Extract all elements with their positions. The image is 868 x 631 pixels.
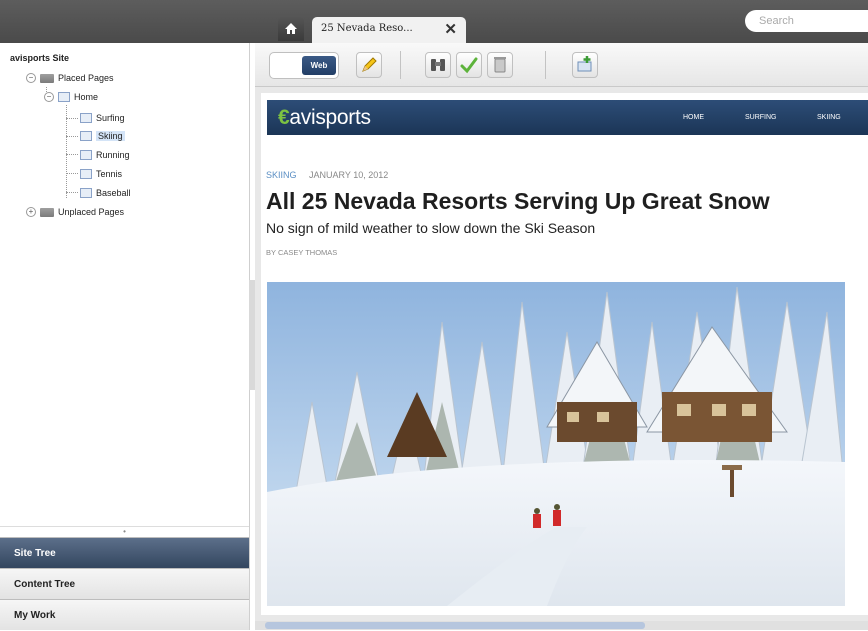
search-input[interactable] [745, 10, 868, 32]
edit-pencil-icon [362, 57, 377, 72]
site-logo[interactable]: €avisports [278, 106, 371, 130]
logo-text: avisports [289, 106, 371, 129]
approve-check-icon [460, 57, 478, 74]
article-headline: All 25 Nevada Resorts Serving Up Great S… [266, 188, 770, 214]
accordion-site-tree[interactable]: Site Tree [0, 537, 249, 568]
tab-label: 25 Nevada Reso... [321, 23, 413, 34]
collapse-icon[interactable]: − [44, 92, 54, 102]
article-byline: BY CASEY THOMAS [266, 248, 338, 257]
folder-icon [40, 73, 54, 83]
toolbar-separator [400, 51, 401, 79]
toolbar-separator [545, 51, 546, 79]
toggle-label: Web [302, 56, 336, 75]
edit-button[interactable] [356, 52, 382, 78]
preview-button[interactable] [425, 52, 451, 78]
article-date: JANUARY 10, 2012 [309, 170, 389, 180]
tree-connector [66, 192, 78, 193]
collapse-icon[interactable]: − [26, 73, 36, 83]
article-photo [267, 282, 845, 606]
accordion-my-work[interactable]: My Work [0, 599, 249, 630]
tree-node-home[interactable]: − Home [44, 90, 98, 104]
home-button[interactable] [278, 17, 304, 41]
tree-connector [66, 136, 78, 137]
tree-node-tennis[interactable]: Tennis [80, 167, 122, 181]
preview-pane: €avisports HOME SURFING SKIING SKIING JA… [255, 87, 868, 630]
folder-icon [40, 207, 54, 217]
site-nav-bar: €avisports HOME SURFING SKIING [267, 100, 868, 135]
tree-node-label: Unplaced Pages [58, 207, 125, 217]
tree-node-running[interactable]: Running [80, 148, 130, 162]
tree-node-baseball[interactable]: Baseball [80, 186, 131, 200]
nav-surfing[interactable]: SURFING [745, 114, 777, 121]
home-icon [285, 23, 297, 34]
tree-node-label: Placed Pages [58, 73, 114, 83]
top-bar: 25 Nevada Reso... ✕ [0, 0, 868, 43]
horizontal-scrollbar[interactable] [255, 621, 868, 630]
page-icon [58, 92, 70, 102]
article-category[interactable]: SKIING [266, 170, 297, 180]
tree-node-label: Running [96, 150, 130, 160]
nav-home[interactable]: HOME [683, 114, 704, 121]
tree-node-label: Home [74, 92, 99, 102]
tree-node-label: Skiing [96, 131, 125, 141]
page-icon [80, 150, 92, 160]
tree-connector [66, 154, 78, 155]
logo-mark-icon: € [278, 106, 290, 129]
approve-button[interactable] [456, 52, 482, 78]
site-tree-title: avisports Site [10, 53, 70, 63]
scrollbar-thumb[interactable] [265, 622, 645, 629]
tab-article[interactable]: 25 Nevada Reso... ✕ [312, 17, 466, 43]
page-icon [80, 113, 92, 123]
delete-trash-icon [494, 57, 506, 73]
tree-connector [66, 173, 78, 174]
close-icon[interactable]: ✕ [444, 20, 457, 38]
tree-node-surfing[interactable]: Surfing [80, 111, 125, 125]
tree-node-label: Baseball [96, 188, 131, 198]
tree-connector [66, 118, 78, 119]
delete-button[interactable] [487, 52, 513, 78]
tree-node-unplaced-pages[interactable]: + Unplaced Pages [26, 205, 124, 219]
tree-node-skiing[interactable]: Skiing [80, 129, 125, 143]
add-page-icon [577, 56, 592, 72]
tree-node-label: Tennis [96, 169, 123, 179]
left-panel: avisports Site − Placed Pages − Home Sur… [0, 43, 250, 630]
toolbar: Web [255, 43, 868, 87]
tree-node-placed-pages[interactable]: − Placed Pages [26, 71, 114, 85]
tree-node-label: Surfing [96, 113, 125, 123]
article-meta: SKIING JANUARY 10, 2012 [266, 170, 388, 180]
expand-icon[interactable]: + [26, 207, 36, 217]
nav-skiing[interactable]: SKIING [817, 114, 841, 121]
page-icon [80, 169, 92, 179]
article-preview[interactable]: €avisports HOME SURFING SKIING SKIING JA… [261, 93, 868, 615]
accordion-content-tree[interactable]: Content Tree [0, 568, 249, 599]
preview-binoculars-icon [431, 59, 445, 71]
add-page-button[interactable] [572, 52, 598, 78]
web-mode-toggle[interactable]: Web [269, 52, 339, 79]
article-subheadline: No sign of mild weather to slow down the… [266, 220, 596, 236]
page-icon [80, 131, 92, 141]
page-icon [80, 188, 92, 198]
